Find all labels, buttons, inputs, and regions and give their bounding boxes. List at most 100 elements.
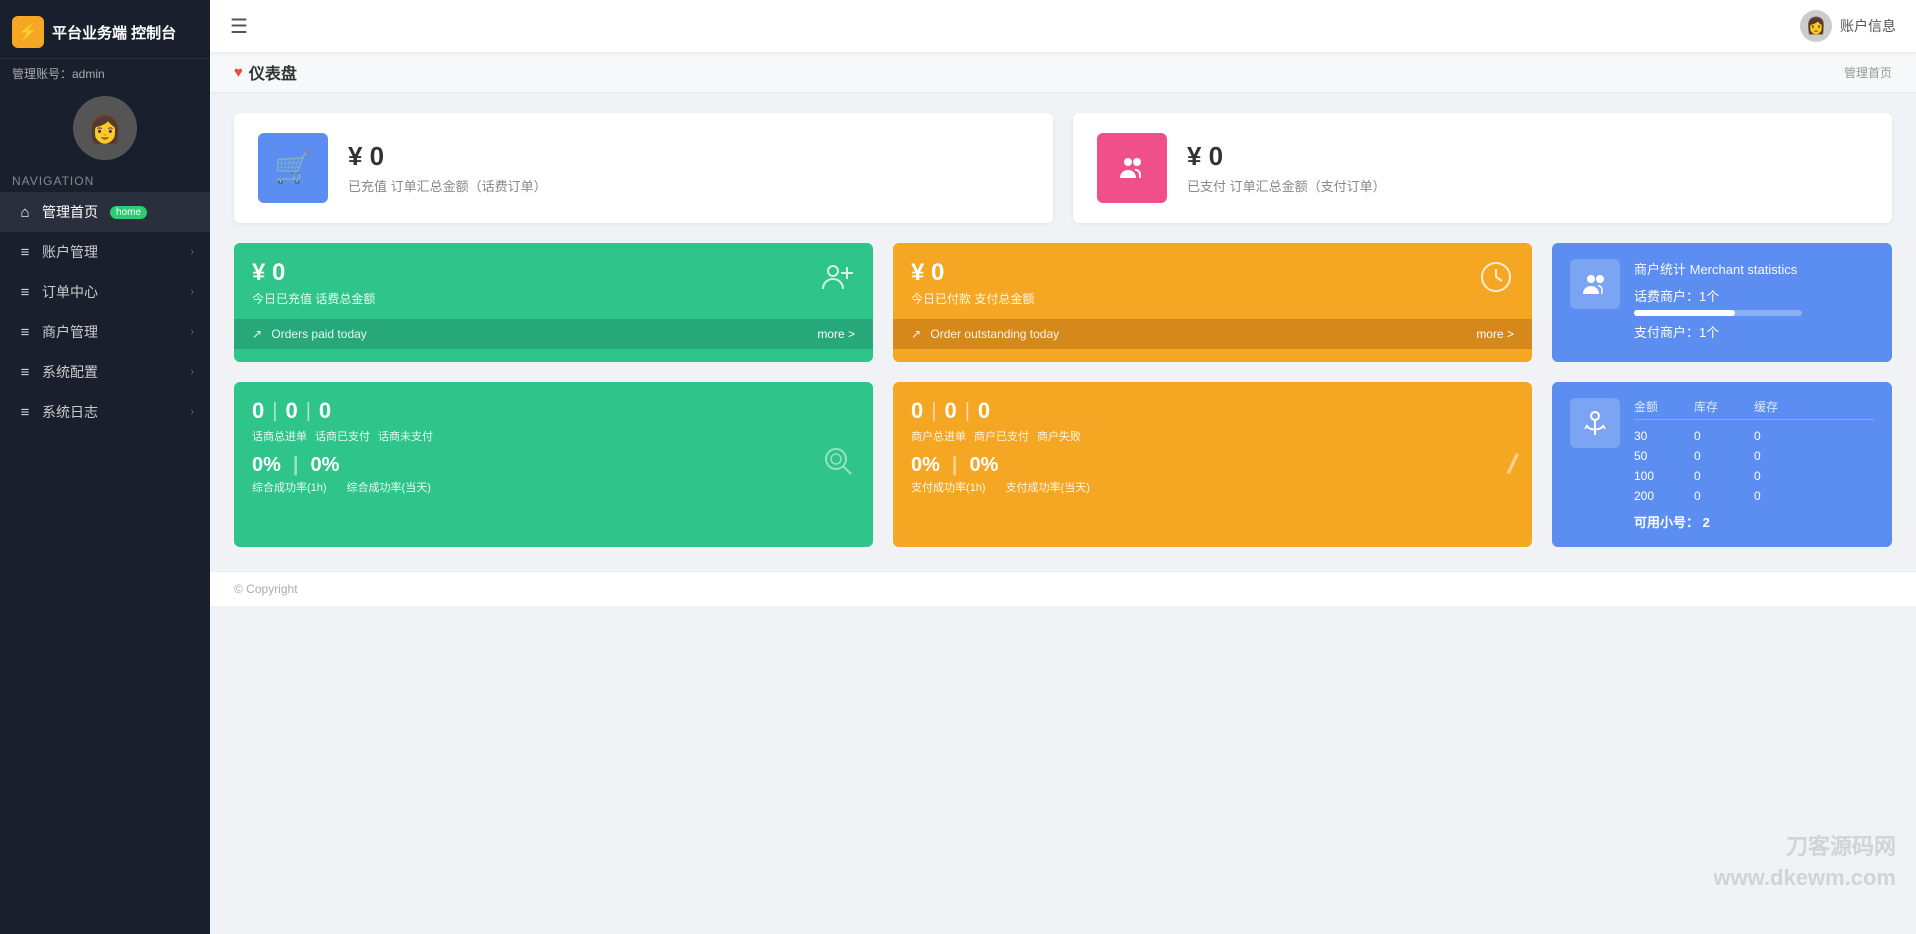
orders-icon: ≡ xyxy=(16,284,34,301)
merchant-stats-card: 商户统计 Merchant statistics 话费商户：1个 支付商户：1个 xyxy=(1552,243,1892,362)
topbar-avatar: 👩 xyxy=(1800,10,1832,42)
merchant-rate-labels: 支付成功率(1h) 支付成功率(当天) xyxy=(911,479,1514,495)
main-area: ☰ 👩 账户信息 ♥ 仪表盘 管理首页 🛒 ¥ 0 已充值 订单汇总金额（话费订… xyxy=(210,0,1916,934)
system-arrow-icon: › xyxy=(190,366,194,378)
table-row: 50 0 0 xyxy=(1634,446,1874,466)
cart-icon: 🛒 xyxy=(258,133,328,203)
sidebar-item-logs[interactable]: ≡ 系统日志 › xyxy=(0,392,210,432)
available-count-row: 可用小号： 2 xyxy=(1634,512,1874,531)
phone-rate-1h: 0% xyxy=(252,454,281,477)
users-icon xyxy=(1097,133,1167,203)
logo-icon: ⚡ xyxy=(12,16,44,48)
card-inventory: 金额 库存 缓存 30 0 0 50 0 0 xyxy=(1552,382,1892,547)
stat-card-recharge-info: ¥ 0 已充值 订单汇总金额（话费订单） xyxy=(348,141,547,195)
sidebar-header: ⚡ 平台业务端 控制台 xyxy=(0,0,210,59)
recharge-amount: ¥ 0 xyxy=(348,141,547,172)
phone-stats-row: 0 | 0 | 0 xyxy=(252,398,855,424)
today-payment-desc: 今日已付款 支付总金额 xyxy=(911,290,1034,307)
card-green-footer: ↗ Orders paid today more > xyxy=(234,319,873,349)
phone-rate-labels: 综合成功率(1h) 综合成功率(当天) xyxy=(252,479,855,495)
merchant-stat-labels: 商户总进单 商户已支付 商户失败 xyxy=(911,428,1514,444)
table-row: 100 0 0 xyxy=(1634,466,1874,486)
topbar: ☰ 👩 账户信息 xyxy=(210,0,1916,52)
logs-arrow-icon: › xyxy=(190,406,194,418)
logs-icon: ≡ xyxy=(16,404,34,421)
breadcrumb: 管理首页 xyxy=(1844,64,1892,81)
orders-arrow-icon: › xyxy=(190,286,194,298)
merchant-arrow-icon: › xyxy=(190,326,194,338)
main-content: ♥ 仪表盘 管理首页 🛒 ¥ 0 已充值 订单汇总金额（话费订单） xyxy=(210,52,1916,934)
bottom-cards: 0 | 0 | 0 话商总进单 话商已支付 话商未支付 0% | 0% xyxy=(234,382,1892,547)
sidebar: ⚡ 平台业务端 控制台 管理账号：admin 👩 Navigation ⌂ 管理… xyxy=(0,0,210,934)
phone-merchant-progress xyxy=(1634,310,1802,316)
today-recharge-amount: ¥ 0 xyxy=(252,259,375,287)
paid-amount: ¥ 0 xyxy=(1187,141,1386,172)
merchant-paid: 0 xyxy=(944,398,956,424)
recharge-desc: 已充值 订单汇总金额（话费订单） xyxy=(348,176,547,195)
merchant-stats-icon xyxy=(1570,259,1620,309)
merchant-stats-row: 0 | 0 | 0 xyxy=(911,398,1514,424)
yellow-more-link[interactable]: more > xyxy=(1476,327,1514,341)
avatar: 👩 xyxy=(73,96,137,160)
green-more-link[interactable]: more > xyxy=(817,327,855,341)
phone-paid: 0 xyxy=(285,398,297,424)
nav-section-label: Navigation xyxy=(0,168,210,192)
merchant-stats-info: 商户统计 Merchant statistics 话费商户：1个 支付商户：1个 xyxy=(1634,259,1874,346)
merchant-icon: ≡ xyxy=(16,324,34,341)
topbar-user-label: 账户信息 xyxy=(1840,16,1896,36)
page-title: 仪表盘 xyxy=(249,60,297,84)
sidebar-item-system[interactable]: ≡ 系统配置 › xyxy=(0,352,210,392)
merchant-rate-row: 0% | 0% xyxy=(911,454,1514,477)
sidebar-item-orders-label: 订单中心 xyxy=(42,282,98,302)
phone-rate-day: 0% xyxy=(311,454,340,477)
copyright-text: © Copyright xyxy=(234,582,298,596)
green-footer-text: ↗ Orders paid today xyxy=(252,327,367,341)
menu-toggle-button[interactable]: ☰ xyxy=(230,14,248,39)
phone-stat-labels: 话商总进单 话商已支付 话商未支付 xyxy=(252,428,855,444)
heart-icon: ♥ xyxy=(234,64,243,81)
progress-fill xyxy=(1634,310,1735,316)
home-badge: home xyxy=(110,206,147,219)
inventory-table-header: 金额 库存 缓存 xyxy=(1634,398,1874,420)
today-recharge-desc: 今日已充值 话费总金额 xyxy=(252,290,375,307)
person-add-icon xyxy=(819,259,855,302)
stat-card-recharge: 🛒 ¥ 0 已充值 订单汇总金额（话费订单） xyxy=(234,113,1053,223)
phone-total: 0 xyxy=(252,398,264,424)
sidebar-item-account[interactable]: ≡ 账户管理 › xyxy=(0,232,210,272)
anchor-icon xyxy=(1570,398,1620,448)
merchant-phone-count: 话费商户：1个 xyxy=(1634,286,1874,305)
inventory-table-data: 金额 库存 缓存 30 0 0 50 0 0 xyxy=(1634,398,1874,531)
merchant-total: 0 xyxy=(911,398,923,424)
merchant-rate-day: 0% xyxy=(970,454,999,477)
sidebar-item-merchant[interactable]: ≡ 商户管理 › xyxy=(0,312,210,352)
sidebar-title: 平台业务端 控制台 xyxy=(52,22,176,43)
sidebar-item-home[interactable]: ⌂ 管理首页 home xyxy=(0,192,210,232)
system-icon: ≡ xyxy=(16,364,34,381)
dashboard-content: 🛒 ¥ 0 已充值 订单汇总金额（话费订单） xyxy=(210,93,1916,571)
merchant-rate-1h: 0% xyxy=(911,454,940,477)
middle-cards: ¥ 0 今日已充值 话费总金额 xyxy=(234,243,1892,362)
topbar-user[interactable]: 👩 账户信息 xyxy=(1800,10,1896,42)
card-merchant-orders: 0 | 0 | 0 商户总进单 商户已支付 商户失败 0% | 0% xyxy=(893,382,1532,547)
italic-icon: 𝐼 xyxy=(1507,449,1514,481)
stat-card-paid: ¥ 0 已支付 订单汇总金额（支付订单） xyxy=(1073,113,1892,223)
home-icon: ⌂ xyxy=(16,204,34,221)
merchant-payment-count: 支付商户：1个 xyxy=(1634,322,1874,341)
card-yellow-footer: ↗ Order outstanding today more > xyxy=(893,319,1532,349)
card-today-payment-top: ¥ 0 今日已付款 支付总金额 xyxy=(893,243,1532,319)
sidebar-item-merchant-label: 商户管理 xyxy=(42,322,98,342)
sidebar-item-account-label: 账户管理 xyxy=(42,242,98,262)
card-phone-orders: 0 | 0 | 0 话商总进单 话商已支付 话商未支付 0% | 0% xyxy=(234,382,873,547)
table-row: 200 0 0 xyxy=(1634,486,1874,506)
sidebar-admin-label: 管理账号：admin xyxy=(0,59,210,86)
today-payment-amount: ¥ 0 xyxy=(911,259,1034,287)
card-today-payment: ¥ 0 今日已付款 支付总金额 ↗ xyxy=(893,243,1532,362)
merchant-failed: 0 xyxy=(978,398,990,424)
clock-icon xyxy=(1478,259,1514,302)
footer: © Copyright xyxy=(210,571,1916,606)
sidebar-item-logs-label: 系统日志 xyxy=(42,402,98,422)
paid-desc: 已支付 订单汇总金额（支付订单） xyxy=(1187,176,1386,195)
sidebar-item-orders[interactable]: ≡ 订单中心 › xyxy=(0,272,210,312)
card-today-recharge-top: ¥ 0 今日已充值 话费总金额 xyxy=(234,243,873,319)
top-stat-cards: 🛒 ¥ 0 已充值 订单汇总金额（话费订单） xyxy=(234,113,1892,223)
